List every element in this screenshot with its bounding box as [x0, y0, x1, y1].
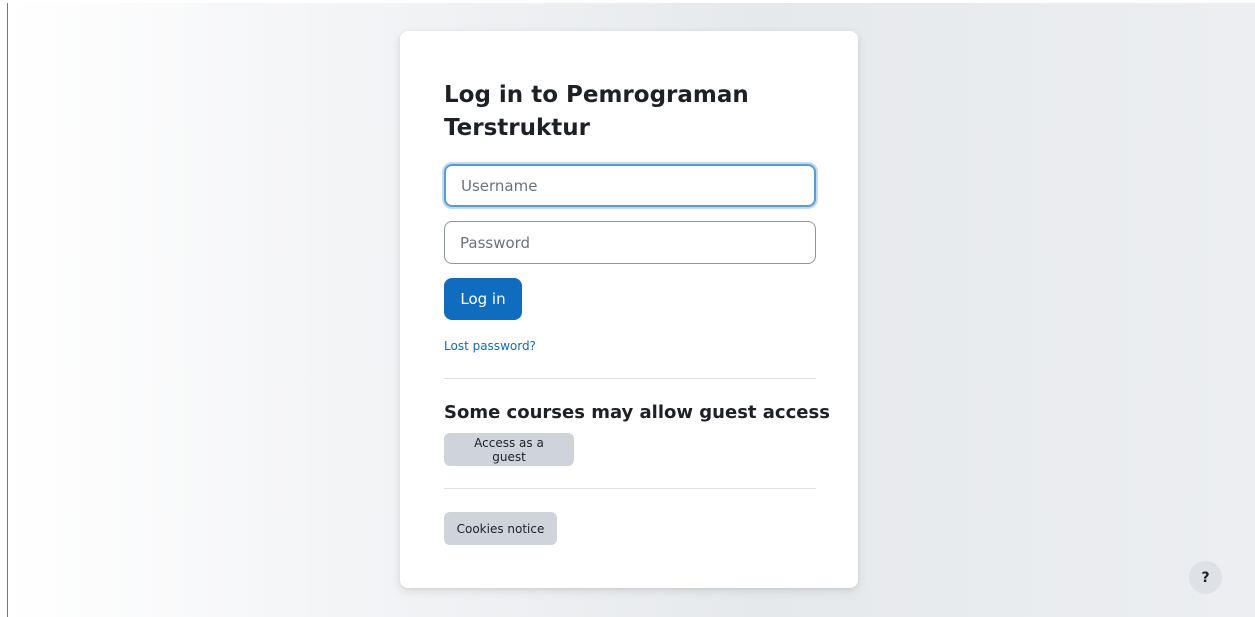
page: Log in to Pemrograman Terstruktur Log in… [0, 0, 1255, 617]
divider [444, 378, 816, 379]
help-button[interactable]: ? [1189, 561, 1222, 594]
guest-access-heading: Some courses may allow guest access [444, 402, 830, 423]
login-title: Log in to Pemrograman Terstruktur [444, 82, 749, 141]
question-mark-icon: ? [1201, 569, 1210, 586]
username-input[interactable] [444, 164, 816, 207]
login-button[interactable]: Log in [444, 278, 522, 320]
guest-access-button[interactable]: Access as a guest [444, 433, 574, 466]
divider [444, 488, 816, 489]
lost-password-link[interactable]: Lost password? [444, 338, 536, 354]
cookies-notice-button[interactable]: Cookies notice [444, 512, 557, 545]
login-card: Log in to Pemrograman Terstruktur Log in… [400, 31, 858, 588]
password-input[interactable] [444, 221, 816, 264]
